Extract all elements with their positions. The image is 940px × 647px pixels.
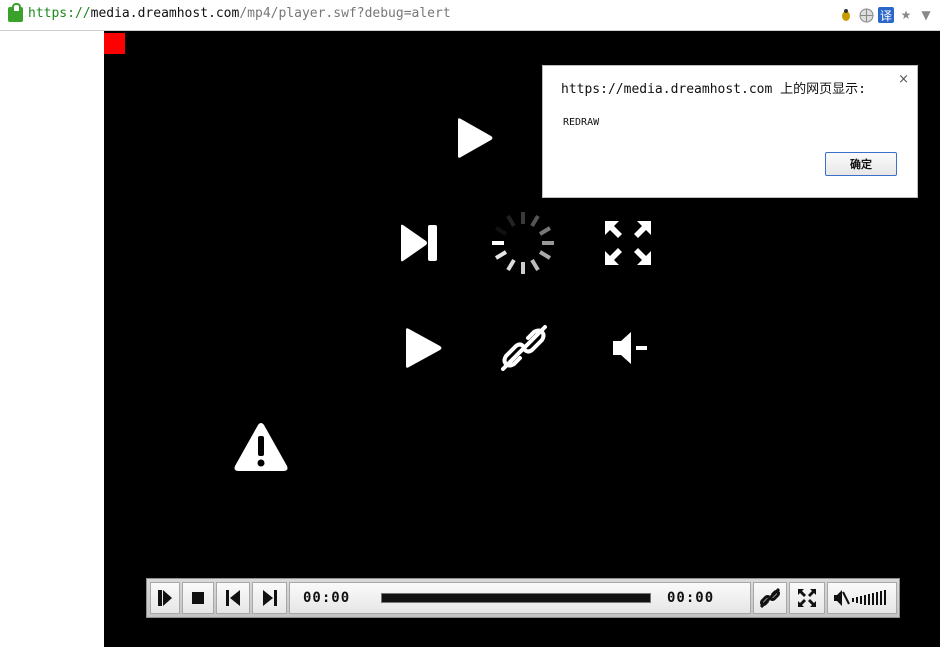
control-bar: 00:00 00:00 (146, 578, 900, 618)
next-icon[interactable] (399, 223, 439, 263)
play-pause-button[interactable] (150, 582, 180, 614)
toolbar-icons: 译 ★ ▼ (838, 5, 934, 25)
ok-button[interactable]: 确定 (825, 152, 897, 176)
dialog-message: REDRAW (563, 117, 600, 128)
next-button[interactable] (252, 582, 287, 614)
elapsed-time: 00:00 (303, 590, 351, 606)
translate-icon[interactable]: 译 (878, 7, 894, 23)
buffering-spinner-icon (488, 209, 558, 277)
red-marker (104, 33, 125, 54)
bug-icon[interactable] (838, 7, 854, 23)
lock-icon (8, 3, 23, 22)
alert-dialog: https://media.dreamhost.com 上的网页显示: × RE… (542, 65, 918, 198)
url-host: media.dreamhost.com (90, 6, 240, 21)
link-icon[interactable] (500, 324, 548, 372)
close-icon[interactable]: × (898, 72, 909, 87)
stop-button[interactable] (182, 582, 214, 614)
star-icon[interactable]: ★ (898, 7, 914, 23)
seek-bar[interactable] (381, 593, 651, 603)
volume-control[interactable] (827, 582, 897, 614)
address-bar: https://media.dreamhost.com/mp4/player.s… (0, 0, 940, 31)
fullscreen-button[interactable] (789, 582, 825, 614)
dropdown-icon[interactable]: ▼ (918, 7, 934, 23)
url-path: /mp4/player.swf?debug=alert (239, 6, 451, 21)
url-field[interactable]: https://media.dreamhost.com/mp4/player.s… (28, 6, 451, 21)
dialog-title: https://media.dreamhost.com 上的网页显示: (561, 82, 866, 97)
url-scheme: https:// (28, 6, 91, 21)
cast-button[interactable] (753, 582, 787, 614)
duration-time: 00:00 (667, 590, 715, 606)
volume-mute-icon[interactable] (612, 331, 650, 365)
play-icon[interactable] (403, 326, 443, 370)
warning-icon (233, 422, 289, 472)
fullscreen-icon[interactable] (604, 220, 652, 266)
previous-button[interactable] (216, 582, 250, 614)
globe-icon[interactable] (858, 7, 874, 23)
play-icon[interactable] (454, 117, 494, 159)
